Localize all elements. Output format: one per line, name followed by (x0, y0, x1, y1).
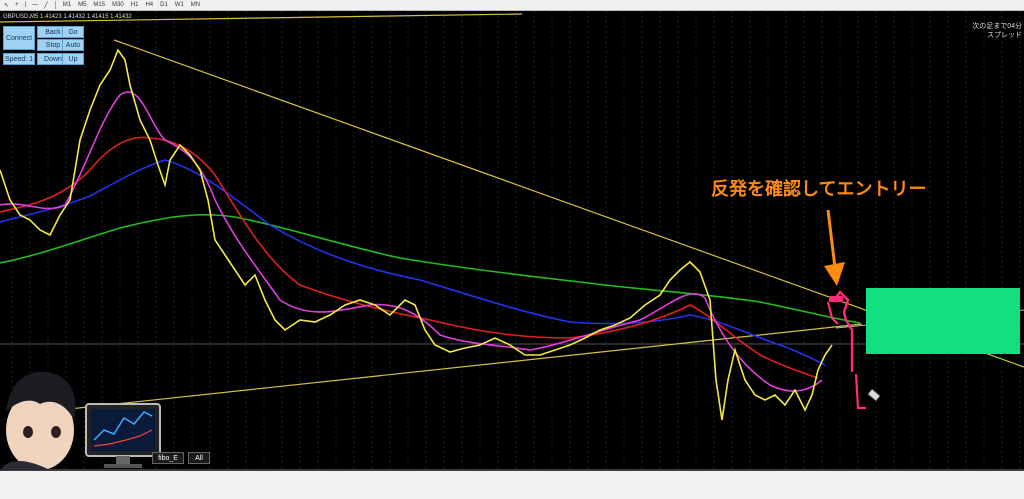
bottom-panel (0, 471, 1024, 499)
ema-slow-line (0, 159, 826, 366)
all-button[interactable]: All (188, 452, 210, 464)
grid-lines (11, 11, 1021, 470)
ascending-trendline[interactable] (59, 323, 863, 411)
entry-annotation: 反発を確認してエントリー (711, 179, 927, 199)
up-button[interactable]: Up (62, 53, 84, 65)
auto-button[interactable]: Auto (62, 39, 84, 51)
speed-button[interactable]: Speed: 1 (3, 53, 35, 65)
bar-timer-label: 次の足まで04分 (972, 23, 1022, 30)
fibo-button[interactable]: fibo_E (152, 452, 184, 464)
handwritten-stroke (826, 301, 839, 325)
go-button[interactable]: Go (62, 26, 84, 38)
symbol-info: GBPUSD,M5 1.41423 1.41432 1.41415 1.4143… (3, 14, 132, 20)
connect-button[interactable]: Connect (3, 26, 35, 50)
ema-long-line (0, 213, 861, 324)
handwritten-hook (854, 373, 866, 410)
down-arrow-icon (824, 262, 845, 286)
target-zone[interactable] (866, 288, 1020, 354)
chart-drawing (0, 11, 1024, 471)
monitor-icon (85, 403, 161, 468)
corner-info: 次の足まで04分 スプレッド (972, 22, 1022, 40)
marker-block (829, 296, 843, 302)
eraser-icon[interactable] (867, 388, 881, 402)
presenter-avatar (0, 371, 76, 470)
spread-label: スプレッド (987, 32, 1022, 39)
ema-fast-line (0, 91, 823, 392)
price-line (0, 48, 833, 421)
